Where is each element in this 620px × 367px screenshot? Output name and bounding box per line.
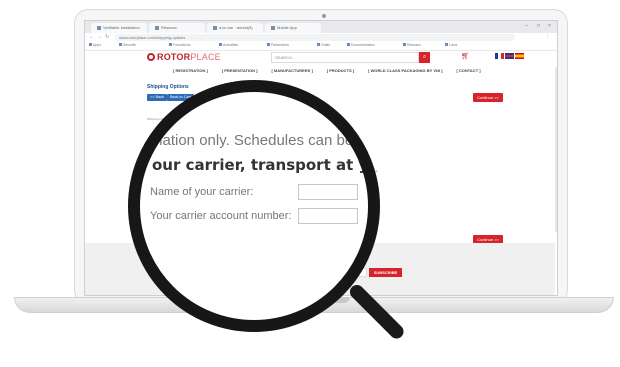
logo-text-light: PLACE [190,52,221,62]
tab-label: Réseaux [161,25,177,30]
search-input[interactable]: SEARCH... [271,52,419,63]
bookmark-item[interactable]: Actualités [219,43,238,47]
continue-button-top[interactable]: Continue >> [473,93,503,102]
bookmark-item[interactable]: Documentation [347,43,375,47]
bookmark-item[interactable]: Formations [169,43,191,47]
bookmark-label: Réseaux [407,43,421,47]
bookmark-icon [119,43,122,46]
url-field[interactable]: www.rotorplace.com/shipping-options [115,34,515,41]
magnifier-ring-icon [128,80,380,332]
tab-favicon-icon [213,25,217,30]
menu-item-manufacturers[interactable]: [ MANUFACTURERS ] [271,68,312,73]
forward-arrow-icon[interactable]: → [97,34,102,40]
bookmark-icon [267,43,270,46]
tab-favicon-icon [155,25,159,30]
bookmarks-bar: Apps Sécurité Formations Actualités Part… [85,42,557,51]
browser-tab-bar: Verifiable Installation Réseaux à la une… [85,21,557,33]
bookmark-label: Formations [173,43,191,47]
page-scrollbar[interactable] [555,67,557,232]
reload-icon[interactable]: ↻ [105,34,109,40]
webcam-icon [322,14,326,18]
flag-fr-icon[interactable] [495,53,504,59]
magnifier-icon: ⌕ [422,54,427,60]
minimize-icon[interactable]: – [525,23,528,29]
back-arrow-icon[interactable]: ← [89,34,94,40]
menu-item-products[interactable]: [ PRODUCTS ] [327,68,354,73]
tab-favicon-icon [271,25,275,30]
bookmark-item[interactable]: Réseaux [403,43,421,47]
bookmark-icon [347,43,350,46]
language-switcher [495,53,525,61]
bookmark-label: Partenaires [271,43,289,47]
flag-es-icon[interactable] [515,53,524,59]
bookmark-icon [317,43,320,46]
bookmark-icon [169,43,172,46]
bookmark-icon [403,43,406,46]
maximize-icon[interactable]: □ [537,23,540,29]
bookmark-item[interactable]: Partenaires [267,43,289,47]
bookmark-item[interactable]: Apps [89,43,101,47]
bookmark-icon [89,43,92,46]
bookmark-label: Documentation [351,43,375,47]
bookmark-icon [445,43,448,46]
bookmark-icon [219,43,222,46]
flag-en-icon[interactable] [505,53,514,59]
logo-text-bold: ROTOR [157,52,191,62]
bookmark-label: Sécurité [123,43,136,47]
menu-item-packaging[interactable]: [ WORLD CLASS PACKAGING BY VNI ] [368,68,442,73]
browser-tab[interactable]: Réseaux [149,23,205,33]
page-title: Shipping Options [147,84,189,90]
bookmark-item[interactable]: Liens [445,43,457,47]
close-icon[interactable]: × [548,23,551,29]
bookmark-label: Apps [93,43,101,47]
tab-favicon-icon [97,25,101,30]
menu-item-presentation[interactable]: [ PRESENTATION ] [222,68,258,73]
browser-tab[interactable]: Verifiable Installation [91,23,147,33]
rotorplace-logo[interactable]: ROTORPLACE [147,52,221,62]
tab-label: Verifiable Installation [103,25,140,30]
bookmark-item[interactable]: Sécurité [119,43,136,47]
search-button[interactable]: ⌕ [419,52,430,63]
menu-item-contact[interactable]: [ CONTACT ] [456,68,480,73]
browser-tab-active[interactable]: Mobile App [265,23,321,33]
bookmark-item[interactable]: Outils [317,43,330,47]
subscribe-button[interactable]: SUBSCRIBE [369,268,402,277]
rotor-logo-icon [147,53,155,61]
cart-icon[interactable]: 🛒︎ [461,52,470,60]
back-button[interactable]: << Back [147,94,167,101]
bookmark-label: Liens [449,43,458,47]
bookmark-label: Outils [321,43,330,47]
tab-label: à la une · amzat(9) [219,25,253,30]
browser-tab[interactable]: à la une · amzat(9) [207,23,263,33]
main-menu: [ REGISTRATION ] [ PRESENTATION ] [ MANUFA… [173,68,495,73]
menu-dots-icon[interactable]: ⋮ [545,34,550,40]
bookmark-label: Actualités [223,43,239,47]
menu-item-registration[interactable]: [ REGISTRATION ] [173,68,208,73]
tab-label: Mobile App [277,25,297,30]
